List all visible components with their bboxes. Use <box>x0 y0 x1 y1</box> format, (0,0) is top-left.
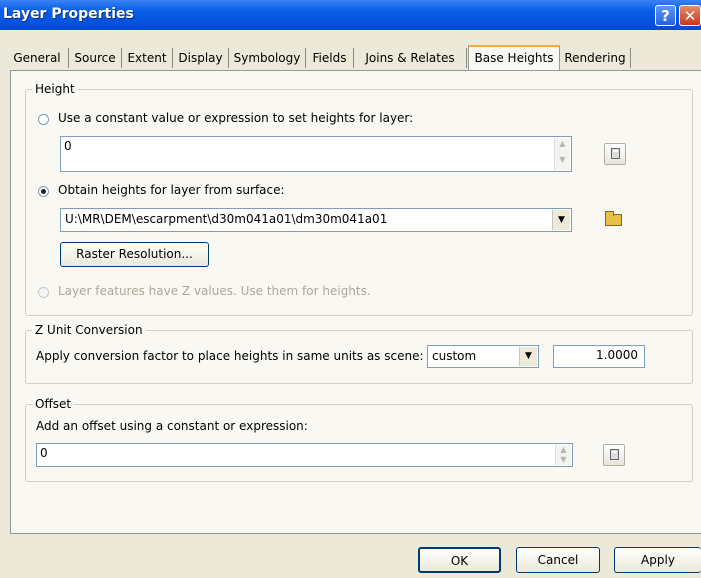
height-group: Height Use a constant value or expressio… <box>25 82 693 316</box>
scroll-up-icon[interactable]: ▲ <box>555 138 570 154</box>
help-button[interactable]: ? <box>655 5 676 26</box>
offset-expression-field[interactable]: 0 ▲ ▼ <box>36 443 573 467</box>
offset-group: Offset Add an offset using a constant or… <box>25 397 693 482</box>
cancel-button[interactable]: Cancel <box>516 547 600 573</box>
constant-expression-value: 0 <box>64 139 72 153</box>
tab-base-heights[interactable]: Base Heights <box>468 45 560 71</box>
tab-general[interactable]: General <box>6 48 69 68</box>
tab-source[interactable]: Source <box>69 48 122 68</box>
surface-option-label: Obtain heights for layer from surface: <box>58 183 285 197</box>
scroll-up-icon[interactable]: ▲ <box>556 445 571 455</box>
offset-description: Add an offset using a constant or expres… <box>36 419 308 433</box>
tab-rendering[interactable]: Rendering <box>560 48 631 68</box>
apply-button[interactable]: Apply <box>614 547 701 573</box>
z-values-radio <box>38 287 49 298</box>
tab-joins-relates[interactable]: Joins & Relates <box>354 48 467 68</box>
chevron-down-icon[interactable]: ▼ <box>552 210 570 230</box>
z-unit-description: Apply conversion factor to place heights… <box>36 349 424 363</box>
offset-scrollbar[interactable]: ▲ ▼ <box>555 445 571 465</box>
scroll-down-icon[interactable]: ▼ <box>555 154 570 170</box>
height-legend: Height <box>32 82 78 96</box>
tab-display[interactable]: Display <box>173 48 229 68</box>
z-values-option-label: Layer features have Z values. Use them f… <box>58 284 371 298</box>
open-folder-icon <box>605 211 622 226</box>
scroll-down-icon[interactable]: ▼ <box>556 455 571 465</box>
offset-legend: Offset <box>32 397 75 411</box>
calculator-icon <box>611 148 620 159</box>
constant-option-label: Use a constant value or expression to se… <box>58 111 414 125</box>
browse-surface-button[interactable] <box>601 208 627 232</box>
constant-expression-field[interactable]: 0 ▲ ▼ <box>60 136 572 172</box>
surface-radio[interactable] <box>38 186 49 197</box>
constant-scrollbar[interactable]: ▲ ▼ <box>554 138 570 170</box>
title-bar: Layer Properties ? ✕ <box>0 0 701 30</box>
tab-extent[interactable]: Extent <box>122 48 173 68</box>
conversion-factor-field[interactable]: 1.0000 <box>553 345 645 368</box>
offset-expression-value: 0 <box>40 446 48 460</box>
z-unit-legend: Z Unit Conversion <box>32 323 146 337</box>
constant-expression-builder-button[interactable] <box>604 143 626 165</box>
tab-panel: Height Use a constant value or expressio… <box>10 70 701 534</box>
z-unit-conversion-group: Z Unit Conversion Apply conversion facto… <box>25 323 693 384</box>
surface-path-dropdown[interactable]: U:\MR\DEM\escarpment\d30m041a01\dm30m041… <box>60 208 572 232</box>
tab-fields[interactable]: Fields <box>306 48 354 68</box>
tab-symbology[interactable]: Symbology <box>229 48 306 68</box>
z-unit-dropdown[interactable]: custom ▼ <box>427 345 539 368</box>
surface-path-value: U:\MR\DEM\escarpment\d30m041a01\dm30m041… <box>65 212 388 226</box>
chevron-down-icon[interactable]: ▼ <box>519 347 537 366</box>
calculator-icon <box>610 449 619 460</box>
z-unit-value: custom <box>432 349 477 363</box>
offset-expression-builder-button[interactable] <box>603 444 625 466</box>
close-button[interactable]: ✕ <box>679 5 701 26</box>
raster-resolution-button[interactable]: Raster Resolution... <box>60 242 209 267</box>
ok-button[interactable]: OK <box>418 547 501 573</box>
window-title: Layer Properties <box>3 6 134 22</box>
constant-radio[interactable] <box>38 114 49 125</box>
